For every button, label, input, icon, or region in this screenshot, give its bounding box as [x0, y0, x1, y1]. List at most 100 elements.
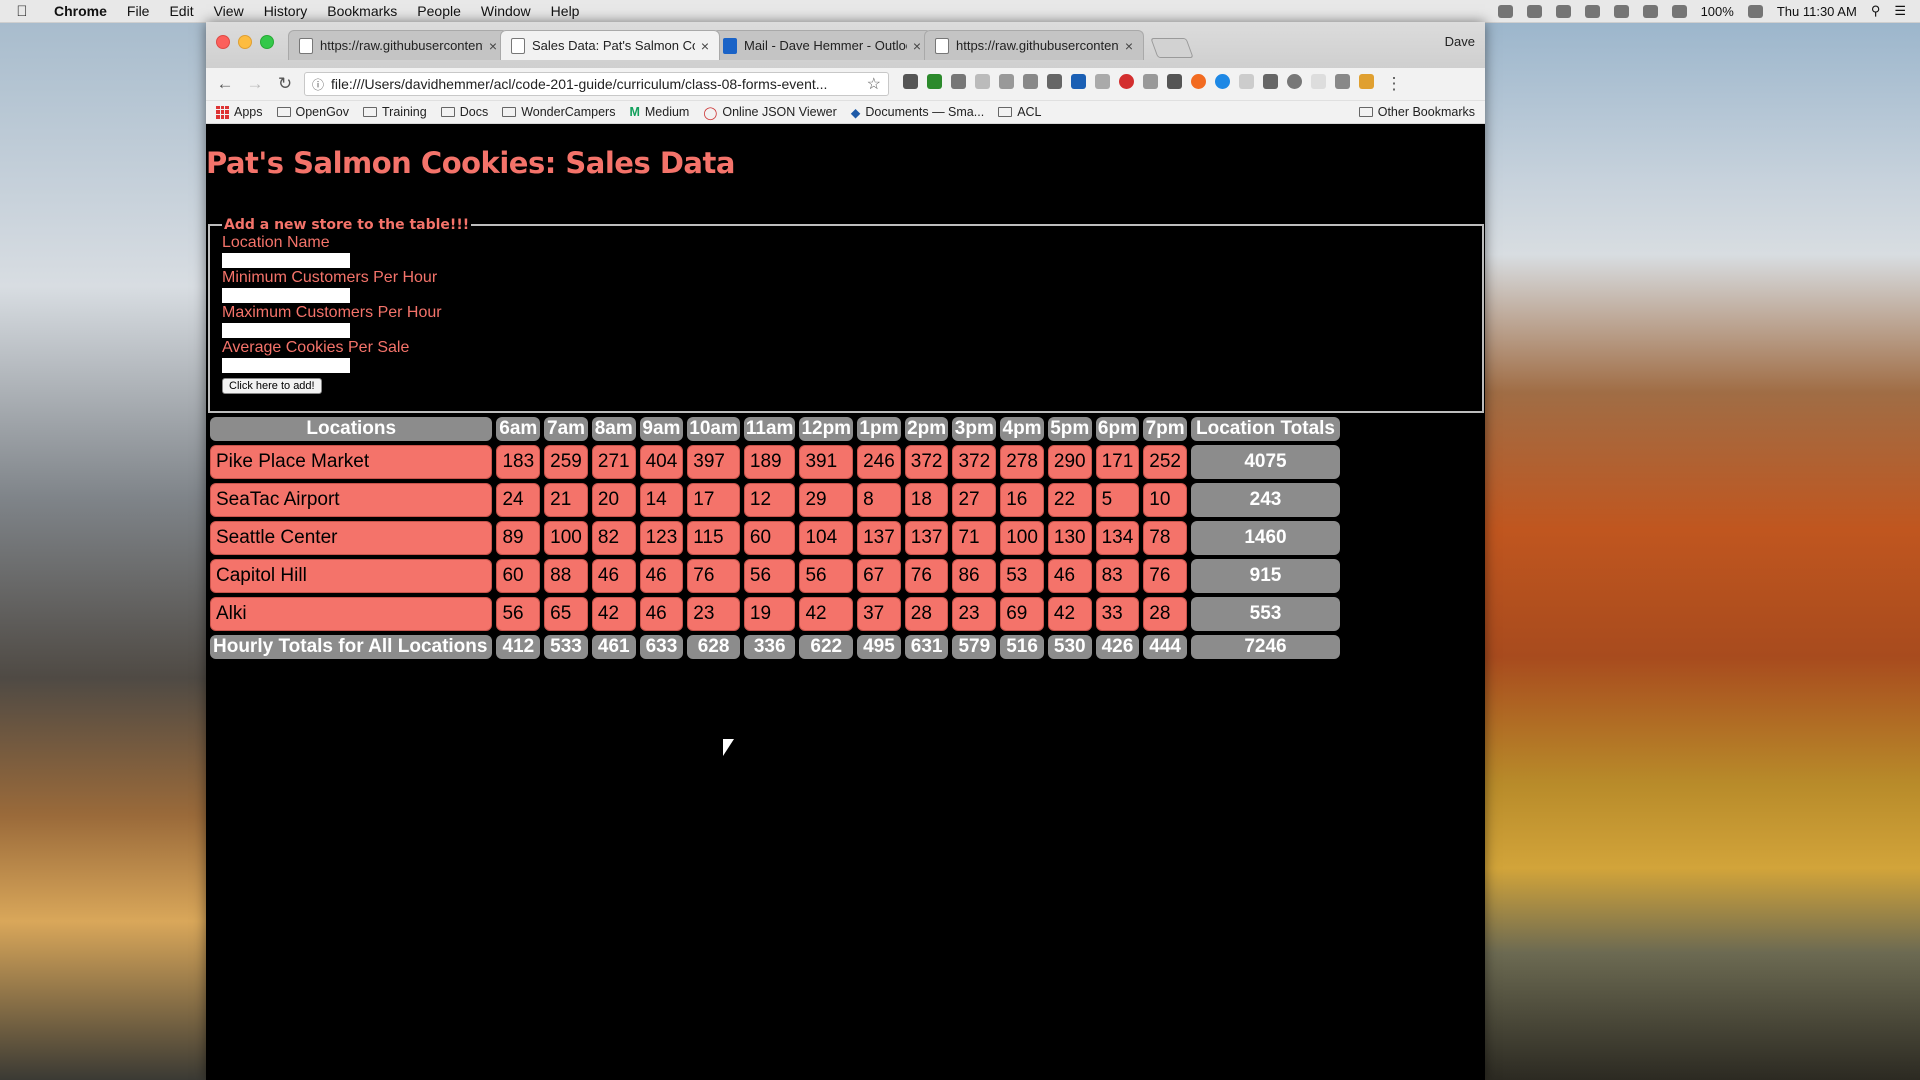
airplay-icon[interactable]: [1642, 4, 1658, 18]
close-tab-icon[interactable]: ×: [701, 38, 709, 54]
menu-history[interactable]: History: [254, 3, 318, 19]
eyedropper-icon[interactable]: [951, 74, 966, 89]
tab-github-raw-2[interactable]: https://raw.githubusercontent. ×: [924, 30, 1144, 60]
menu-help[interactable]: Help: [541, 3, 590, 19]
info-icon[interactable]: ⓘ: [312, 76, 324, 93]
status-app-icon[interactable]: [1497, 4, 1513, 18]
pinterest-icon[interactable]: [1119, 74, 1134, 89]
hourly-total-cell: 516: [1000, 635, 1044, 659]
other-bookmarks[interactable]: Other Bookmarks: [1358, 105, 1475, 119]
address-bar[interactable]: ⓘ file:///Users/davidhemmer/acl/code-201…: [304, 72, 889, 96]
hourly-sales-cell: 83: [1095, 559, 1140, 593]
hourly-total-cell: 461: [591, 635, 636, 659]
header-hour: 6pm: [1095, 417, 1140, 441]
hourly-sales-cell: 29: [799, 483, 854, 517]
extension-icon[interactable]: [1239, 74, 1254, 89]
add-store-button[interactable]: Click here to add!: [222, 378, 322, 394]
grand-total-cell: 7246: [1191, 635, 1340, 659]
desktop-wallpaper-right: [1485, 22, 1920, 1080]
menu-people[interactable]: People: [407, 3, 471, 19]
extension-icon[interactable]: [1311, 74, 1326, 89]
bookmark-star-icon[interactable]: ☆: [867, 74, 881, 94]
battery-percent[interactable]: 100%: [1701, 4, 1734, 19]
extension-icon[interactable]: [999, 74, 1014, 89]
location-name-input[interactable]: [222, 253, 350, 268]
tab-title: Mail - Dave Hemmer - Outlook: [744, 38, 907, 53]
time-machine-icon[interactable]: [1584, 4, 1600, 18]
hourly-sales-cell: 86: [952, 559, 997, 593]
url-text[interactable]: file:///Users/davidhemmer/acl/code-201-g…: [331, 76, 867, 92]
extension-icon[interactable]: [1215, 74, 1230, 89]
accessibility-icon[interactable]: [1555, 4, 1571, 18]
menu-view[interactable]: View: [204, 3, 254, 19]
bookmark-medium[interactable]: M Medium: [629, 105, 689, 119]
add-store-form: Add a new store to the table!!! Location…: [208, 217, 1484, 413]
bookmark-docs[interactable]: Docs: [440, 105, 488, 119]
pocket-icon[interactable]: [903, 74, 918, 89]
close-tab-icon[interactable]: ×: [1125, 38, 1133, 54]
drive-icon[interactable]: [1071, 74, 1086, 89]
bookmark-documents[interactable]: ◆ Documents — Sma...: [851, 105, 984, 120]
extension-icon[interactable]: [975, 74, 990, 89]
back-icon[interactable]: ←: [214, 74, 236, 94]
close-window-button[interactable]: [216, 35, 230, 49]
extension-icon[interactable]: [1191, 74, 1206, 89]
forward-icon[interactable]: →: [244, 74, 266, 94]
maximize-window-button[interactable]: [260, 35, 274, 49]
menu-file[interactable]: File: [117, 3, 160, 19]
hourly-sales-cell: 56: [799, 559, 854, 593]
header-hour: 8am: [591, 417, 636, 441]
wifi-icon[interactable]: [1613, 4, 1629, 18]
new-tab-button[interactable]: [1150, 38, 1194, 58]
avg-cookies-input[interactable]: [222, 358, 350, 373]
hourly-sales-cell: 20: [591, 483, 636, 517]
menu-bookmarks[interactable]: Bookmarks: [317, 3, 407, 19]
bookmark-opengov[interactable]: OpenGov: [276, 105, 349, 119]
close-tab-icon[interactable]: ×: [489, 38, 497, 54]
extension-icon[interactable]: [1143, 74, 1158, 89]
hourly-sales-cell: 28: [1143, 597, 1187, 631]
menu-app-name[interactable]: Chrome: [44, 3, 117, 19]
header-hour: 7pm: [1143, 417, 1187, 441]
extension-icon[interactable]: [1335, 74, 1350, 89]
reload-icon[interactable]: ↻: [274, 74, 296, 94]
extension-icon[interactable]: [927, 74, 942, 89]
extension-icon[interactable]: [1023, 74, 1038, 89]
clock[interactable]: Thu 11:30 AM: [1777, 4, 1857, 19]
battery-icon[interactable]: [1747, 4, 1763, 18]
bookmark-json-viewer[interactable]: ◯ Online JSON Viewer: [703, 105, 836, 120]
notification-center-icon[interactable]: ☰: [1894, 3, 1906, 19]
bookmark-acl[interactable]: ACL: [998, 105, 1042, 119]
volume-icon[interactable]: [1671, 4, 1687, 18]
extension-icon[interactable]: [1263, 74, 1278, 89]
table-row: SeaTac Airport 24 21 20 14 17 12 29 8 18 27 16 22 5 10…: [210, 483, 1340, 517]
profile-name[interactable]: Dave: [1445, 34, 1475, 49]
close-tab-icon[interactable]: ×: [913, 38, 921, 54]
menu-kebab-icon[interactable]: ⋮: [1383, 74, 1405, 94]
minimize-window-button[interactable]: [238, 35, 252, 49]
bookmark-training[interactable]: Training: [363, 105, 427, 119]
spotlight-icon[interactable]: ⚲: [1871, 3, 1881, 19]
tab-sales-data[interactable]: Sales Data: Pat's Salmon Cook ×: [500, 30, 720, 60]
min-customers-label: Minimum Customers Per Hour: [222, 269, 438, 286]
bookmark-apps[interactable]: Apps: [216, 105, 263, 119]
menu-window[interactable]: Window: [471, 3, 541, 19]
tab-github-raw-1[interactable]: https://raw.githubusercontent. ×: [288, 30, 508, 60]
header-hour: 12pm: [799, 417, 854, 441]
min-customers-input[interactable]: [222, 288, 350, 303]
max-customers-input[interactable]: [222, 323, 350, 338]
apple-icon[interactable]: : [0, 3, 44, 20]
extension-icon[interactable]: [1359, 74, 1374, 89]
evernote-icon[interactable]: [1167, 74, 1182, 89]
hourly-sales-cell: 23: [687, 597, 740, 631]
hourly-sales-cell: 65: [544, 597, 588, 631]
header-hour: 3pm: [952, 417, 997, 441]
status-app-icon-2[interactable]: [1526, 4, 1542, 18]
menu-edit[interactable]: Edit: [159, 3, 203, 19]
extension-icon[interactable]: [1047, 74, 1062, 89]
tab-outlook-mail[interactable]: Mail - Dave Hemmer - Outlook ×: [712, 30, 932, 60]
folder-icon: [276, 107, 291, 117]
bookmark-wondercampers[interactable]: WonderCampers: [502, 105, 615, 119]
extension-icon[interactable]: [1095, 74, 1110, 89]
wordpress-icon[interactable]: [1287, 74, 1302, 89]
